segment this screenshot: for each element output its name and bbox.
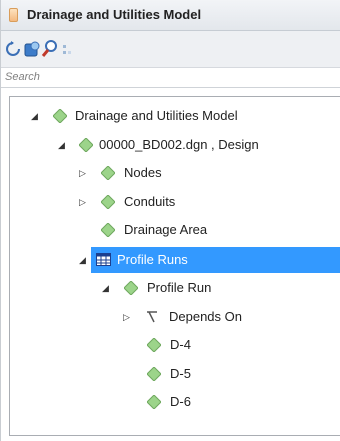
tree-item-label: Drainage and Utilities Model <box>75 108 238 123</box>
tree-item-depends-on[interactable]: ▷ Depends On <box>1 303 340 331</box>
dependency-icon <box>145 310 159 324</box>
tree-item-design[interactable]: ◢ 00000_BD002.dgn , Design <box>1 131 340 159</box>
collapsed-arrow-icon[interactable]: ▷ <box>79 159 86 187</box>
tree-item-profile-run[interactable]: ◢ Profile Run <box>1 274 340 302</box>
tree-item-d6[interactable]: D-6 <box>1 388 340 416</box>
tree-item-label: Conduits <box>124 194 176 209</box>
tree-item-d5[interactable]: D-5 <box>1 360 340 388</box>
tree-item-label: Drainage Area <box>124 222 208 237</box>
tree-item-profile-runs[interactable]: Profile Runs <box>91 247 340 273</box>
collapsed-arrow-icon[interactable]: ▷ <box>123 303 130 331</box>
tree-item-conduits[interactable]: ▷ Conduits <box>1 188 340 216</box>
diamond-icon <box>100 165 116 181</box>
diamond-icon <box>52 108 68 124</box>
expanded-arrow-icon[interactable]: ◢ <box>79 246 86 274</box>
expanded-arrow-icon[interactable]: ◢ <box>58 131 65 159</box>
model-explorer-panel: Drainage and Utilities Model Search ◢ Dr… <box>0 0 340 441</box>
tree-item-d4[interactable]: D-4 <box>1 331 340 359</box>
tree-item-label: D-5 <box>170 366 191 381</box>
diamond-icon <box>123 280 139 296</box>
diamond-icon <box>100 194 116 210</box>
diamond-icon <box>146 337 162 353</box>
tree-item-label: D-6 <box>170 394 191 409</box>
collapsed-arrow-icon[interactable]: ▷ <box>79 188 86 216</box>
diamond-icon <box>78 137 94 153</box>
tree-item-label: 00000_BD002.dgn , Design <box>99 137 259 152</box>
expanded-arrow-icon[interactable]: ◢ <box>102 274 109 302</box>
model-icon[interactable] <box>23 39 41 59</box>
diamond-icon <box>146 366 162 382</box>
tree-item-label: Profile Runs <box>117 252 188 267</box>
diamond-icon <box>146 394 162 410</box>
tree-item-root[interactable]: ◢ Drainage and Utilities Model <box>1 102 340 130</box>
panel-icon <box>9 8 18 22</box>
expanded-arrow-icon[interactable]: ◢ <box>31 102 38 130</box>
search-bar <box>1 68 340 88</box>
tree-item-label: D-4 <box>170 337 191 352</box>
zoom-icon[interactable] <box>41 39 59 59</box>
more-icon[interactable] <box>61 39 73 59</box>
panel-title: Drainage and Utilities Model <box>27 7 202 22</box>
search-input[interactable] <box>5 69 325 85</box>
tree-item-label: Profile Run <box>147 280 212 295</box>
panel-title-bar: Drainage and Utilities Model <box>1 0 340 31</box>
table-icon <box>96 253 111 266</box>
tree-item-label: Nodes <box>124 165 162 180</box>
tree-item-drainage-area[interactable]: Drainage Area <box>1 216 340 244</box>
tree-item-label: Depends On <box>169 309 242 324</box>
tree-item-nodes[interactable]: ▷ Nodes <box>1 159 340 187</box>
refresh-icon[interactable] <box>5 39 21 59</box>
toolbar <box>1 31 340 68</box>
diamond-icon <box>100 222 116 238</box>
